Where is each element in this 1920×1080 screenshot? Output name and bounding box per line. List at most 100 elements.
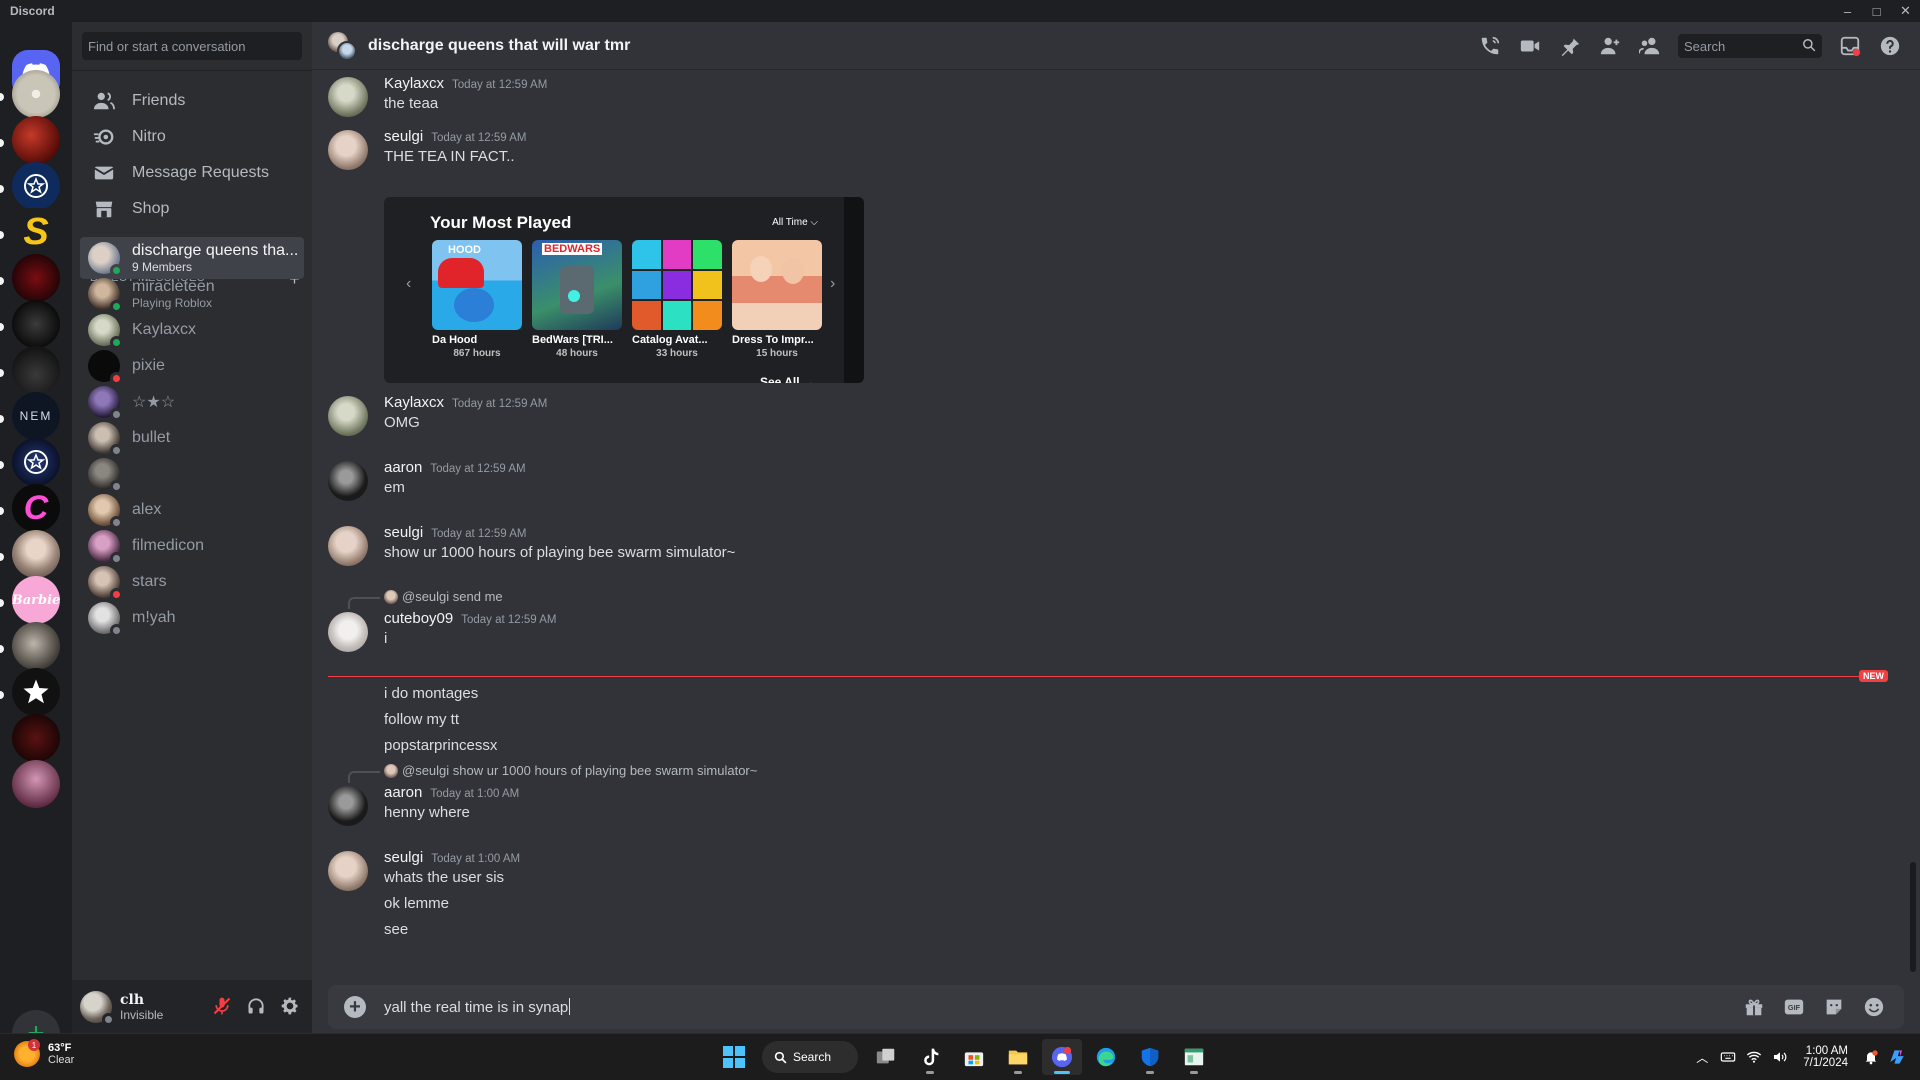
member-list-button[interactable] <box>1630 30 1670 62</box>
tiktok-app[interactable] <box>910 1039 950 1075</box>
notifications-button[interactable] <box>1858 1044 1884 1070</box>
reply-preview[interactable]: @seulgi send me <box>384 589 503 604</box>
server-icon-neon[interactable]: C <box>12 484 60 532</box>
avatar[interactable] <box>328 461 368 501</box>
avatar[interactable] <box>328 77 368 117</box>
message-header: seulgi Today at 1:00 AM <box>384 849 520 866</box>
game-card[interactable]: HOOD Da Hood 867 hours <box>432 240 522 359</box>
message-header: cuteboy09 Today at 12:59 AM <box>384 610 557 627</box>
most-played-embed[interactable]: Your Most Played All Time ⌵ ‹ › HOOD Da … <box>384 197 864 383</box>
edge-app[interactable] <box>1086 1039 1126 1075</box>
channel-title[interactable]: discharge queens that will war tmr <box>368 37 630 55</box>
upload-button[interactable]: + <box>344 996 366 1018</box>
message-author[interactable]: Kaylaxcx <box>384 75 444 92</box>
header-search-input[interactable]: Search <box>1678 34 1822 58</box>
avatar[interactable] <box>328 526 368 566</box>
avatar[interactable] <box>328 786 368 826</box>
user-settings-button[interactable] <box>274 990 306 1022</box>
server-icon-nem[interactable]: NEM <box>12 392 60 440</box>
server-icon-star-navy[interactable] <box>12 438 60 486</box>
taskbar-search-label: Search <box>793 1050 832 1064</box>
close-window-button[interactable]: ✕ <box>1891 0 1920 22</box>
nav-shop[interactable]: Shop <box>80 188 304 230</box>
phone-call-icon <box>1481 36 1500 55</box>
volume-button[interactable] <box>1767 1044 1793 1070</box>
security-app[interactable] <box>1130 1039 1170 1075</box>
add-friends-button[interactable] <box>1590 30 1630 62</box>
store-app[interactable] <box>954 1039 994 1075</box>
maximize-button[interactable]: □ <box>1862 0 1891 22</box>
weather-widget[interactable]: 1 63°F Clear <box>14 1039 74 1067</box>
emoji-button[interactable] <box>1854 993 1894 1021</box>
message-author[interactable]: seulgi <box>384 128 423 145</box>
server-icon-white-star[interactable] <box>12 668 60 716</box>
see-all-link[interactable]: See All → <box>760 375 815 383</box>
server-icon-dark-red[interactable] <box>12 254 60 302</box>
copilot-button[interactable] <box>1884 1044 1910 1070</box>
dm-item[interactable]: m!yah <box>80 597 304 639</box>
avatar[interactable] <box>80 990 115 1026</box>
minimize-button[interactable]: – <box>1833 0 1862 22</box>
avatar[interactable] <box>328 612 368 652</box>
taskbar-search[interactable]: Search <box>762 1041 858 1073</box>
deafen-button[interactable] <box>240 990 272 1022</box>
server-icon-barbie[interactable]: Barbie <box>12 576 60 624</box>
dm-search-input[interactable]: Find or start a conversation <box>82 32 302 60</box>
message-composer[interactable]: + yall the real time is in synap GIF <box>328 985 1904 1029</box>
avatar[interactable] <box>328 851 368 891</box>
game-card[interactable]: Dress To Impr... 15 hours <box>732 240 822 359</box>
server-icon-red[interactable] <box>12 116 60 164</box>
message-content: whats the user sis <box>384 869 505 886</box>
show-hidden-icons-button[interactable]: ︿ <box>1689 1044 1715 1070</box>
chevron-left-icon[interactable]: ‹ <box>406 275 411 293</box>
voice-call-button[interactable] <box>1470 30 1510 62</box>
server-icon-cd[interactable] <box>12 70 60 118</box>
server-icon-star-blue[interactable] <box>12 162 60 210</box>
server-icon-bw-photo[interactable] <box>12 622 60 670</box>
gift-button[interactable] <box>1734 993 1774 1021</box>
pinned-messages-button[interactable] <box>1550 30 1590 62</box>
gif-button[interactable]: GIF <box>1774 993 1814 1021</box>
reply-preview[interactable]: @seulgi show ur 1000 hours of playing be… <box>384 763 757 778</box>
server-icon-s[interactable]: S <box>12 208 60 256</box>
reply-spine <box>348 771 380 783</box>
time-filter-dropdown[interactable]: All Time ⌵ <box>772 217 818 228</box>
title-bar: Discord – □ ✕ <box>0 0 1920 22</box>
message-scrollbar[interactable] <box>1910 862 1916 972</box>
message-author[interactable]: seulgi <box>384 849 423 866</box>
message-author[interactable]: Kaylaxcx <box>384 394 444 411</box>
mute-mic-button[interactable] <box>206 990 238 1022</box>
taskbar-clock[interactable]: 1:00 AM 7/1/2024 <box>1803 1045 1848 1069</box>
message-input[interactable]: yall the real time is in synap <box>384 998 571 1016</box>
inbox-button[interactable] <box>1830 30 1870 62</box>
app-window[interactable] <box>1174 1039 1214 1075</box>
game-card[interactable]: BEDWARS BedWars [TRI... 48 hours <box>532 240 622 359</box>
task-view-button[interactable] <box>866 1039 906 1075</box>
server-icon-dark[interactable] <box>12 300 60 348</box>
wifi-button[interactable] <box>1741 1044 1767 1070</box>
message-author[interactable]: cuteboy09 <box>384 610 453 627</box>
message-author[interactable]: aaron <box>384 459 422 476</box>
avatar[interactable] <box>328 396 368 436</box>
file-explorer-app[interactable] <box>998 1039 1038 1075</box>
chat-area: discharge queens that will war tmr Searc… <box>312 22 1920 1033</box>
discord-app[interactable] <box>1042 1039 1082 1075</box>
message-author[interactable]: seulgi <box>384 524 423 541</box>
server-icon-pink-photo[interactable] <box>12 760 60 808</box>
start-button[interactable] <box>714 1039 754 1075</box>
message-content: i do montages <box>384 685 479 702</box>
video-call-button[interactable] <box>1510 30 1550 62</box>
sticker-button[interactable] <box>1814 993 1854 1021</box>
chevron-right-icon[interactable]: › <box>830 275 835 293</box>
gift-icon <box>1745 999 1763 1016</box>
keyboard-button[interactable] <box>1715 1044 1741 1070</box>
server-icon-dark-maroon[interactable] <box>12 714 60 762</box>
avatar <box>88 422 123 457</box>
game-card[interactable]: Catalog Avat... 33 hours <box>632 240 722 359</box>
server-icon-photo[interactable] <box>12 530 60 578</box>
avatar[interactable] <box>328 130 368 170</box>
server-icon-grey[interactable] <box>12 346 60 394</box>
avatar <box>384 763 398 778</box>
message-author[interactable]: aaron <box>384 784 422 801</box>
help-button[interactable] <box>1870 30 1910 62</box>
